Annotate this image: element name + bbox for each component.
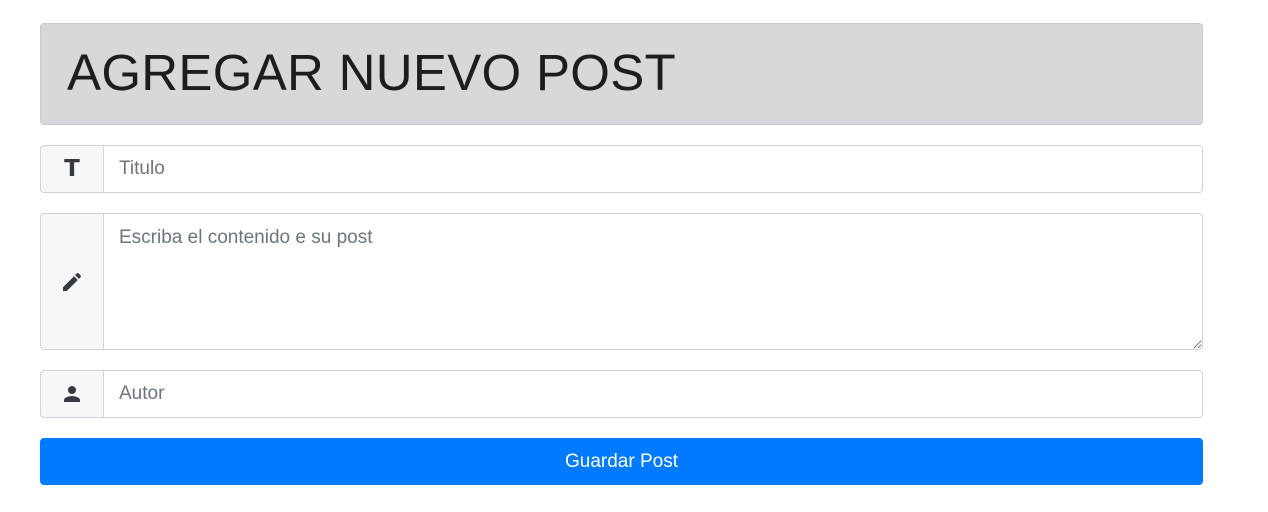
content-addon	[40, 213, 103, 350]
title-addon: T	[40, 145, 103, 193]
save-post-button[interactable]: Guardar Post	[40, 438, 1203, 485]
content-textarea[interactable]	[103, 213, 1203, 350]
author-input[interactable]	[103, 370, 1203, 418]
title-input[interactable]	[103, 145, 1203, 193]
pencil-icon	[63, 272, 82, 291]
text-t-icon: T	[64, 155, 80, 182]
author-input-group	[40, 370, 1203, 418]
title-input-group: T	[40, 145, 1203, 193]
content-input-group	[40, 213, 1203, 350]
page-title: AGREGAR NUEVO POST	[67, 43, 677, 101]
add-post-form-container: AGREGAR NUEVO POST T Guardar Post	[40, 23, 1203, 485]
user-icon	[64, 386, 80, 402]
page-header: AGREGAR NUEVO POST	[40, 23, 1203, 125]
author-addon	[40, 370, 103, 418]
